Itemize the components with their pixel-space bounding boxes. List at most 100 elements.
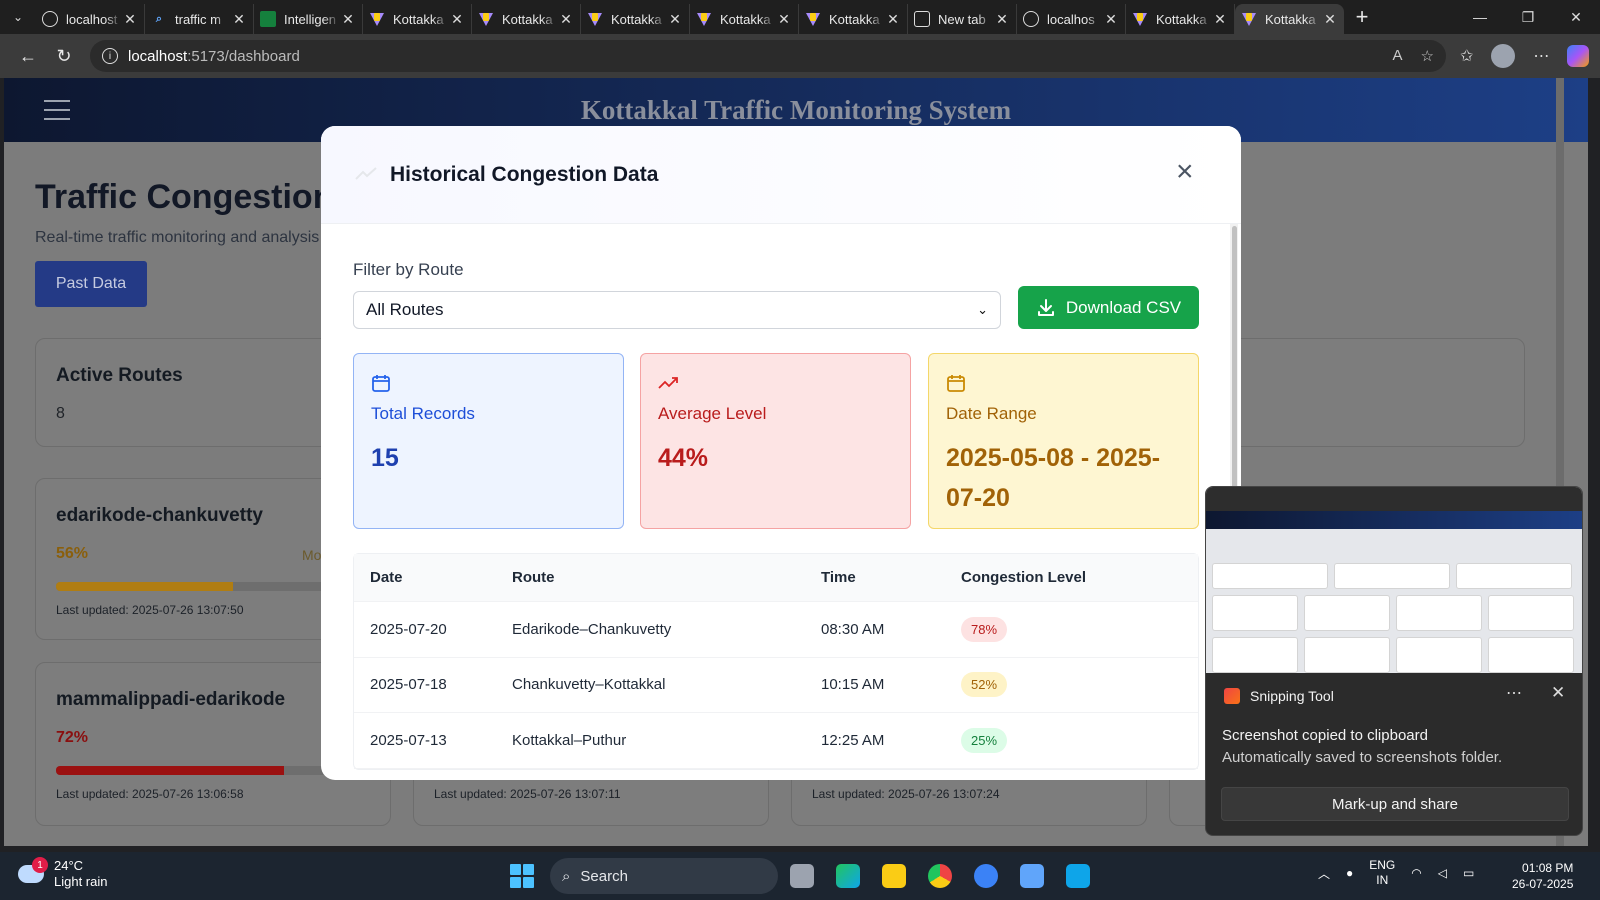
chevron-up-icon[interactable]: ︿ (1318, 865, 1330, 882)
average-level-value: 44% (658, 444, 709, 472)
notepad-icon[interactable] (1020, 864, 1044, 888)
table-header: Date Route Time Congestion Level (354, 554, 1198, 602)
tab-actions-chevron-icon[interactable]: ⌄ (0, 0, 36, 34)
route-filter-select[interactable]: All Routes ⌄ (353, 291, 1001, 329)
windows-start-icon[interactable] (510, 864, 534, 888)
reload-icon[interactable]: ↻ (46, 46, 82, 67)
tab-title: localhos (1047, 11, 1095, 27)
tab-close-icon[interactable]: ✕ (1103, 11, 1119, 28)
header-route[interactable]: Route (512, 569, 821, 586)
search-label: Search (580, 867, 628, 885)
defender-icon[interactable]: ● (1346, 866, 1353, 880)
screenshot-thumbnail[interactable] (1206, 487, 1582, 673)
tab-close-icon[interactable]: ✕ (994, 11, 1010, 28)
file-explorer-icon[interactable] (882, 864, 906, 888)
language-indicator[interactable]: ENG IN (1369, 858, 1395, 888)
row-time: 12:25 AM (821, 731, 885, 749)
browser-tab[interactable]: Kottakka ✕ (1235, 4, 1344, 34)
header-date[interactable]: Date (354, 569, 512, 586)
tab-title: Kottakka (393, 11, 444, 27)
congestion-badge: 25% (961, 727, 1008, 753)
chevron-down-icon: ⌄ (977, 302, 988, 317)
toast-app-label: Snipping Tool (1250, 688, 1334, 704)
past-data-button[interactable]: Past Data (35, 261, 147, 307)
row-time: 10:15 AM (821, 676, 885, 694)
browser-tab[interactable]: ⌕ traffic m ✕ (145, 4, 254, 34)
date-range-card: Date Range 2025-05-08 - 2025-07-20 (928, 353, 1199, 529)
historical-data-modal: Historical Congestion Data × Filter by R… (321, 126, 1241, 780)
more-menu-icon[interactable]: ⋯ (1533, 46, 1549, 66)
browser-tab[interactable]: Kottakka ✕ (690, 4, 799, 34)
weather-widget[interactable]: 1 24°C Light rain (18, 857, 107, 890)
tab-close-icon[interactable]: ✕ (340, 11, 356, 28)
site-info-icon[interactable]: i (102, 48, 118, 64)
tab-close-icon[interactable]: ✕ (449, 11, 465, 28)
back-arrow-icon[interactable]: ← (10, 46, 46, 67)
history-table: Date Route Time Congestion Level 2025-07… (353, 553, 1199, 770)
average-level-card: Average Level 44% (640, 353, 911, 529)
vscode-icon[interactable] (1066, 864, 1090, 888)
app-store-icon[interactable] (974, 864, 998, 888)
tab-close-icon[interactable]: ✕ (667, 11, 683, 28)
github-icon (42, 11, 58, 27)
browser-tab[interactable]: Kottakka ✕ (363, 4, 472, 34)
favorite-star-icon[interactable]: ☆ (1421, 47, 1434, 65)
lang-top: ENG (1369, 858, 1396, 872)
row-route: Edarikode–Chankuvetty (512, 620, 672, 638)
vite-icon (696, 11, 712, 27)
vite-icon (1132, 11, 1148, 27)
tab-title: Kottakka (502, 11, 553, 27)
tab-close-icon[interactable]: ✕ (885, 11, 901, 28)
battery-icon[interactable]: ▭ (1463, 866, 1474, 880)
chrome-icon[interactable] (928, 864, 952, 888)
toolbar-right: ✩ ⋯ (1460, 44, 1590, 68)
tab-close-icon[interactable]: ✕ (1212, 11, 1228, 28)
close-icon[interactable]: ✕ (1551, 683, 1565, 703)
volume-icon[interactable]: ◁ (1438, 866, 1447, 880)
vite-icon (805, 11, 821, 27)
minimize-icon[interactable]: — (1456, 9, 1504, 26)
download-csv-button[interactable]: Download CSV (1018, 286, 1199, 329)
markup-share-button[interactable]: Mark-up and share (1221, 787, 1569, 821)
hamburger-menu-icon[interactable] (44, 100, 70, 120)
more-options-icon[interactable]: ⋯ (1506, 683, 1522, 703)
close-icon[interactable]: × (1176, 157, 1194, 187)
congestion-badge: 52% (961, 672, 1008, 698)
congestion-bar-fill (56, 582, 233, 591)
copilot-icon[interactable] (1567, 45, 1590, 67)
tab-close-icon[interactable]: ✕ (231, 11, 247, 28)
tab-close-icon[interactable]: ✕ (558, 11, 574, 28)
last-updated: Last updated: 2025-07-26 13:06:58 (56, 787, 244, 801)
browser-tab[interactable]: Kottakka ✕ (581, 4, 690, 34)
route-percent: 72% (56, 729, 89, 746)
browser-tab[interactable]: New tab ✕ (908, 4, 1017, 34)
browser-tab[interactable]: Kottakka ✕ (472, 4, 581, 34)
taskbar-search[interactable]: ⌕ Search (550, 858, 778, 894)
window-close-icon[interactable]: ✕ (1552, 9, 1600, 26)
wifi-icon[interactable]: ◠ (1411, 866, 1421, 880)
tab-close-icon[interactable]: ✕ (1322, 11, 1338, 28)
address-bar[interactable]: i localhost:5173/dashboard A ☆ (90, 40, 1446, 72)
task-view-icon[interactable] (790, 864, 814, 888)
browser-tab[interactable]: Intelligen ✕ (254, 4, 363, 34)
browser-tab[interactable]: Kottakka ✕ (799, 4, 908, 34)
clock[interactable]: 01:08 PM 26-07-2025 (1512, 860, 1573, 892)
profile-avatar[interactable] (1491, 44, 1516, 68)
restore-icon[interactable]: ❐ (1504, 9, 1552, 26)
tab-close-icon[interactable]: ✕ (776, 11, 792, 28)
tab-close-icon[interactable]: ✕ (122, 11, 138, 28)
browser-tab[interactable]: localhost ✕ (36, 4, 145, 34)
total-records-value: 15 (371, 444, 399, 472)
route-percent: 56% (56, 545, 89, 562)
new-tab-plus-icon[interactable]: + (1344, 4, 1380, 30)
read-aloud-icon[interactable]: A (1393, 47, 1403, 65)
favorites-icon[interactable]: ✩ (1460, 46, 1473, 66)
header-congestion[interactable]: Congestion Level (961, 569, 1198, 586)
browser-tab[interactable]: Kottakka ✕ (1126, 4, 1235, 34)
browser-tab[interactable]: localhos ✕ (1017, 4, 1126, 34)
edge-icon[interactable] (836, 864, 860, 888)
route-name: mammalippadi-edarikode (56, 689, 286, 710)
newtab-icon (914, 11, 930, 27)
row-route: Kottakkal–Puthur (512, 731, 627, 749)
header-time[interactable]: Time (821, 569, 961, 586)
